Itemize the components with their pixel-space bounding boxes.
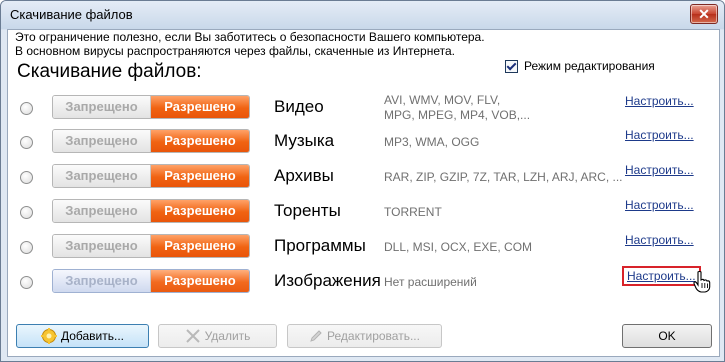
ok-button[interactable]: OK — [622, 324, 712, 348]
filter-row-music: Запрещено Разрешено Музыка MP3, WMA, OGG… — [8, 127, 719, 157]
edit-button[interactable]: Редактировать... — [287, 324, 442, 348]
info-line-1: Это ограничение полезно, если Вы заботит… — [15, 30, 485, 44]
toggle-allow[interactable]: Разрешено — [151, 200, 249, 222]
allow-deny-toggle[interactable]: Запрещено Разрешено — [52, 164, 250, 188]
filter-row-video: Запрещено Разрешено Видео AVI, WMV, MOV,… — [8, 93, 719, 123]
close-button[interactable]: ✕ — [690, 4, 718, 24]
extensions-text: AVI, WMV, MOV, FLV, MPG, MPEG, MP4, VOB,… — [384, 93, 530, 123]
extensions-line-1: AVI, WMV, MOV, FLV, — [384, 93, 501, 107]
info-text: Это ограничение полезно, если Вы заботит… — [15, 30, 485, 58]
toggle-allow[interactable]: Разрешено — [151, 130, 249, 152]
toggle-deny[interactable]: Запрещено — [53, 270, 151, 292]
add-button-label: Добавить... — [60, 329, 125, 343]
info-line-2: В основном вирусы распространяются через… — [15, 44, 456, 58]
checkbox-checked-icon[interactable] — [505, 59, 518, 73]
delete-button-label: Удалить — [204, 329, 251, 343]
configure-link[interactable]: Настроить... — [625, 198, 694, 212]
category-label: Видео — [274, 97, 324, 116]
category-label: Изображения — [274, 271, 381, 290]
extensions-text: Нет расширений — [384, 275, 477, 289]
title-bar[interactable]: Скачивание файлов ✕ — [1, 1, 724, 29]
window-title: Скачивание файлов — [10, 7, 133, 22]
extensions-text: TORRENT — [384, 205, 442, 219]
pencil-icon — [309, 329, 323, 343]
allow-deny-toggle[interactable]: Запрещено Разрешено — [52, 269, 250, 293]
dialog-content: Это ограничение полезно, если Вы заботит… — [7, 29, 720, 357]
toggle-deny[interactable]: Запрещено — [53, 165, 151, 187]
allow-deny-toggle[interactable]: Запрещено Разрешено — [52, 234, 250, 258]
radio-button[interactable] — [20, 171, 33, 184]
configure-link-focused[interactable]: Настроить... — [622, 266, 701, 286]
extensions-text: DLL, MSI, OCX, EXE, COM — [384, 240, 533, 254]
toggle-allow[interactable]: Разрешено — [151, 96, 249, 118]
toggle-deny[interactable]: Запрещено — [53, 235, 151, 257]
extensions-line-2: MPG, MPEG, MP4, VOB,... — [384, 108, 531, 122]
edit-button-label: Редактировать... — [327, 329, 420, 343]
configure-link[interactable]: Настроить... — [625, 94, 694, 108]
configure-link[interactable]: Настроить... — [625, 128, 694, 142]
toggle-allow[interactable]: Разрешено — [151, 235, 249, 257]
category-label: Торенты — [274, 201, 341, 220]
filter-row-torrents: Запрещено Разрешено Торенты TORRENT Наст… — [8, 197, 719, 227]
filter-row-archives: Запрещено Разрешено Архивы RAR, ZIP, GZI… — [8, 162, 719, 192]
toggle-deny[interactable]: Запрещено — [53, 130, 151, 152]
radio-button[interactable] — [20, 206, 33, 219]
filter-row-images: Запрещено Разрешено Изображения Нет расш… — [8, 266, 719, 297]
toggle-deny[interactable]: Запрещено — [53, 96, 151, 118]
configure-link[interactable]: Настроить... — [625, 233, 694, 247]
allow-deny-toggle[interactable]: Запрещено Разрешено — [52, 129, 250, 153]
toggle-deny[interactable]: Запрещено — [53, 200, 151, 222]
add-button[interactable]: Добавить... — [16, 324, 149, 348]
edit-mode-label: Режим редактирования — [524, 59, 655, 73]
extensions-text: MP3, WMA, OGG — [384, 135, 480, 149]
radio-button[interactable] — [20, 136, 33, 149]
extensions-text: RAR, ZIP, GZIP, 7Z, TAR, LZH, ARJ, ARC, … — [384, 170, 623, 184]
category-label: Музыка — [274, 131, 335, 150]
allow-deny-toggle[interactable]: Запрещено Разрешено — [52, 95, 250, 119]
delete-button[interactable]: Удалить — [158, 324, 277, 348]
radio-button[interactable] — [20, 241, 33, 254]
hand-cursor-icon — [693, 271, 711, 293]
radio-button[interactable] — [20, 276, 33, 289]
edit-mode-checkbox[interactable]: Режим редактирования — [505, 59, 655, 73]
delete-x-icon — [185, 329, 201, 343]
toggle-allow[interactable]: Разрешено — [151, 165, 249, 187]
gear-star-icon — [40, 328, 57, 344]
section-title: Скачивание файлов: — [17, 61, 202, 82]
configure-link[interactable]: Настроить... — [625, 163, 694, 177]
category-label: Архивы — [274, 166, 334, 185]
category-label: Программы — [274, 236, 366, 255]
filter-row-programs: Запрещено Разрешено Программы DLL, MSI, … — [8, 232, 719, 262]
allow-deny-toggle[interactable]: Запрещено Разрешено — [52, 199, 250, 223]
toggle-allow[interactable]: Разрешено — [151, 270, 249, 292]
download-filter-window: Скачивание файлов ✕ Это ограничение поле… — [0, 0, 725, 362]
radio-button[interactable] — [20, 102, 33, 115]
